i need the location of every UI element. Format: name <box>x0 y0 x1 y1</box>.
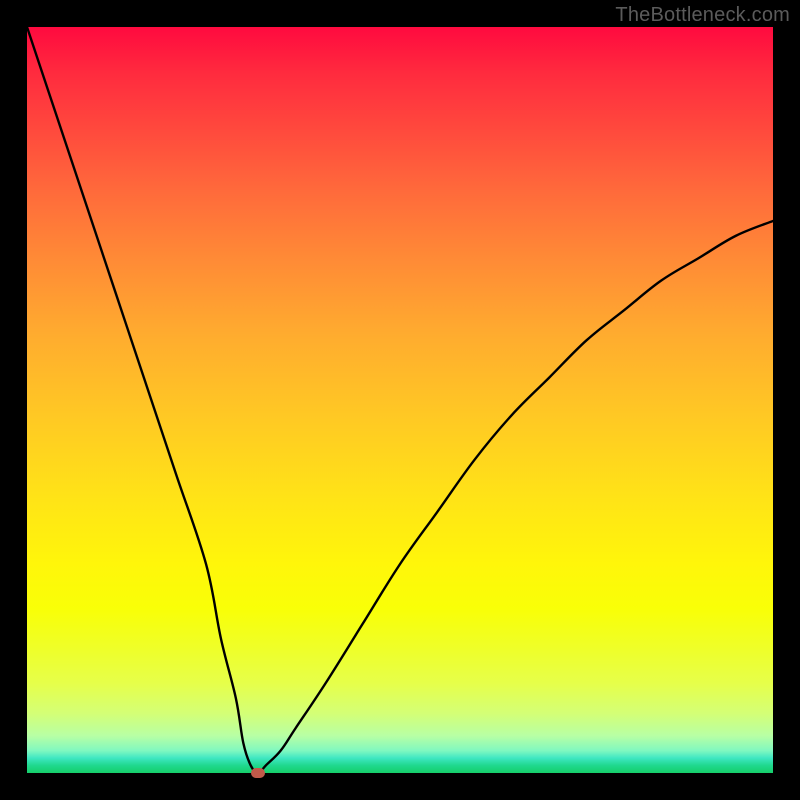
minimum-marker <box>251 768 265 778</box>
chart-frame: TheBottleneck.com <box>0 0 800 800</box>
watermark-label: TheBottleneck.com <box>615 4 790 27</box>
chart-plot-area <box>27 27 773 773</box>
bottleneck-curve <box>27 27 773 773</box>
